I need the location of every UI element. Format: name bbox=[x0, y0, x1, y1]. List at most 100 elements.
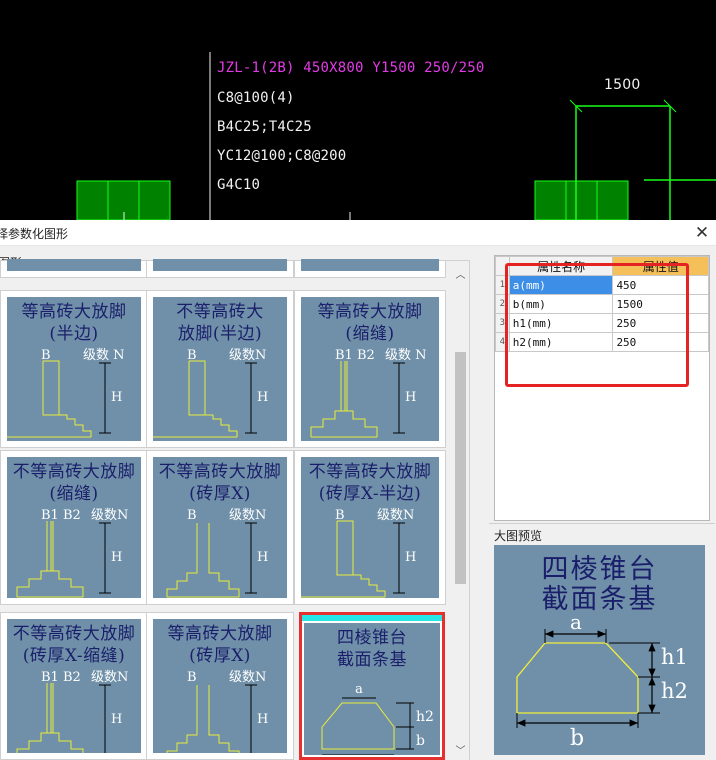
tile-dim-label: a bbox=[355, 682, 363, 697]
row-index: 1 bbox=[495, 275, 510, 295]
tile-dim-label: 级数 N bbox=[385, 348, 427, 363]
property-name: h1(mm) bbox=[508, 313, 614, 333]
property-row[interactable]: 2 b(mm) 1500 bbox=[495, 294, 709, 314]
frustum-outline bbox=[516, 642, 639, 714]
tile-dim-label: H bbox=[111, 712, 122, 727]
tile-diagram: B 级数N H bbox=[166, 670, 268, 753]
dim-a: a bbox=[570, 610, 582, 634]
tile-dim-label: B bbox=[335, 508, 345, 523]
tile-thumbnail: 四棱锥台截面条基 ah1h2b bbox=[304, 623, 440, 755]
tile-thumbnail: 不等高砖大放脚 (砖厚X) B 级数N H bbox=[153, 457, 287, 598]
tile-dim-label: B bbox=[187, 348, 197, 363]
tile-dim-label: H bbox=[405, 390, 416, 405]
tile-dim-label: B2 bbox=[63, 508, 81, 523]
property-table: 属性名称 属性值 1 a(mm) 450 2 b(mm) 1500 3 h1(mm) 250 4 h… bbox=[495, 256, 709, 352]
tile-diagram: B1 B2 级数N H bbox=[16, 508, 128, 598]
tile-dim-label: B bbox=[187, 670, 197, 685]
preview-diagram: a b h1 h2 bbox=[516, 610, 688, 751]
tile-dim-label: b bbox=[416, 733, 425, 749]
stirrup-label: C8@100(4) bbox=[217, 90, 295, 106]
tile-diagram: B 级数N H bbox=[301, 508, 416, 598]
dim-h2: h2 bbox=[661, 679, 688, 703]
tile-dim-label: B1 bbox=[41, 670, 59, 685]
tile-thumbnail: 等高砖大放脚 (缩缝) B1 B2 级数 NH bbox=[301, 297, 439, 441]
tile-dim-label: H bbox=[257, 712, 268, 727]
tile-thumbnail: 不等高砖大 放脚(半边) B 级数N H bbox=[153, 297, 287, 441]
tile-dim-label: h2 bbox=[416, 709, 434, 725]
cad-canvas[interactable]: JZL-1(2B) 450X800 Y1500 250/250 C8@100(4… bbox=[0, 0, 716, 220]
property-row[interactable]: 1 a(mm) 450 bbox=[495, 275, 709, 295]
gallery-tile[interactable]: 不等高砖大放脚 (缩缝) B1 B2 级数N H bbox=[0, 450, 148, 605]
close-button[interactable]: ✕ bbox=[692, 223, 712, 243]
tile-dim-label: 级数N bbox=[229, 670, 266, 685]
tile-dim-label: B2 bbox=[357, 348, 375, 363]
tile-dim-label: 级数N bbox=[91, 508, 128, 523]
property-row[interactable]: 4 h2(mm) 250 bbox=[495, 332, 709, 352]
property-value[interactable]: 1500 bbox=[612, 294, 709, 314]
tile-diagram: B1 B2 级数N H bbox=[16, 670, 128, 753]
gallery-tile-partial[interactable] bbox=[146, 259, 294, 278]
row-index: 3 bbox=[495, 313, 510, 333]
tile-thumbnail: 不等高砖大放脚 (缩缝) B1 B2 级数N H bbox=[7, 457, 141, 598]
column-header-name: 属性名称 bbox=[508, 256, 614, 276]
gallery-tile[interactable]: 等高砖大放脚 (砖厚X) B 级数N H bbox=[146, 612, 294, 760]
row-index: 2 bbox=[495, 294, 510, 314]
tile-thumbnail: 等高砖大放脚 (半边) B 级数 NH bbox=[7, 297, 141, 441]
dimension-label: 1500 bbox=[604, 77, 641, 93]
property-name: h2(mm) bbox=[508, 332, 614, 352]
tile-thumbnail: 不等高砖大放脚 (砖厚X-半边) B 级数N H bbox=[301, 457, 439, 598]
close-icon: ✕ bbox=[694, 223, 710, 243]
bars-label: B4C25;T4C25 bbox=[217, 119, 312, 135]
tile-dim-label: H bbox=[111, 390, 122, 405]
tile-diagram: B1 B2 级数 N H bbox=[310, 348, 427, 438]
scroll-thumb[interactable] bbox=[455, 352, 466, 584]
dialog-title: 择参数化图形 bbox=[0, 227, 69, 241]
tile-thumbnail: 不等高砖大放脚 (砖厚X-缩缝) B1 B2 级数N H bbox=[7, 619, 141, 753]
tile-dim-label: H bbox=[405, 550, 416, 565]
property-name: b(mm) bbox=[508, 294, 614, 314]
gallery-tile[interactable]: 等高砖大放脚 (半边) B 级数 NH bbox=[0, 290, 148, 448]
gallery-tile[interactable]: 不等高砖大放脚 (砖厚X-半边) B 级数N H bbox=[294, 450, 446, 605]
selected-tile-indicator bbox=[302, 615, 442, 621]
tile-dim-label: B1 bbox=[41, 508, 59, 523]
property-row[interactable]: 3 h1(mm) 250 bbox=[495, 313, 709, 333]
tile-dim-label: H bbox=[257, 550, 268, 565]
gallery-tile[interactable]: 四棱锥台截面条基 ah1h2b bbox=[299, 612, 445, 760]
tile-dim-label: 级数N bbox=[229, 348, 266, 363]
tile-dim-label: 级数N bbox=[91, 670, 128, 685]
tile-thumbnail bbox=[153, 259, 287, 271]
property-value[interactable]: 250 bbox=[612, 313, 709, 333]
gallery-tile-partial[interactable] bbox=[0, 259, 148, 278]
tile-dim-label: B1 bbox=[335, 348, 353, 363]
tile-thumbnail bbox=[301, 259, 439, 271]
tile-dim-label: H bbox=[257, 390, 268, 405]
gallery-tile[interactable]: 不等高砖大 放脚(半边) B 级数N H bbox=[146, 290, 294, 448]
row-index: 4 bbox=[495, 332, 510, 352]
property-value[interactable]: 250 bbox=[612, 332, 709, 352]
property-grid: 属性名称 属性值 1 a(mm) 450 2 b(mm) 1500 3 h1(mm) 250 4 h… bbox=[494, 255, 710, 521]
tile-dim-label: H bbox=[111, 550, 122, 565]
scroll-down-arrow-icon[interactable]: ﹀ bbox=[453, 744, 468, 760]
gallery-scrollbar[interactable]: ︿ ﹀ bbox=[453, 268, 468, 760]
tile-dim-label: B bbox=[41, 348, 51, 363]
tile-dim-label: B bbox=[187, 508, 197, 523]
tile-diagram: B 级数 N H bbox=[7, 348, 125, 438]
dim-b: b bbox=[570, 726, 584, 751]
preview-label: 大图预览 bbox=[494, 529, 543, 543]
column-header-value: 属性值 bbox=[612, 256, 709, 276]
tile-thumbnail: 等高砖大放脚 (砖厚X) B 级数N H bbox=[153, 619, 287, 753]
tile-dim-label: B2 bbox=[63, 670, 81, 685]
property-name: a(mm) bbox=[508, 275, 614, 295]
gallery-tile[interactable]: 等高砖大放脚 (缩缝) B1 B2 级数 NH bbox=[294, 290, 446, 448]
tile-dim-label: 级数 N bbox=[83, 348, 125, 363]
gallery-tile-partial[interactable] bbox=[294, 259, 446, 278]
scroll-up-arrow-icon[interactable]: ︿ bbox=[453, 268, 468, 284]
gallery-tile[interactable]: 不等高砖大放脚 (砖厚X) B 级数N H bbox=[146, 450, 294, 605]
gallery-tile[interactable]: 不等高砖大放脚 (砖厚X-缩缝) B1 B2 级数N H bbox=[0, 612, 148, 760]
haunch-label: YC12@100;C8@200 bbox=[217, 148, 347, 164]
cad-geometry bbox=[76, 52, 716, 220]
dialog-titlebar[interactable]: 择参数化图形 ✕ bbox=[0, 220, 716, 246]
tile-diagram: B 级数N H bbox=[153, 348, 268, 438]
tile-dim-label: 级数N bbox=[229, 508, 266, 523]
property-value[interactable]: 450 bbox=[612, 275, 709, 295]
